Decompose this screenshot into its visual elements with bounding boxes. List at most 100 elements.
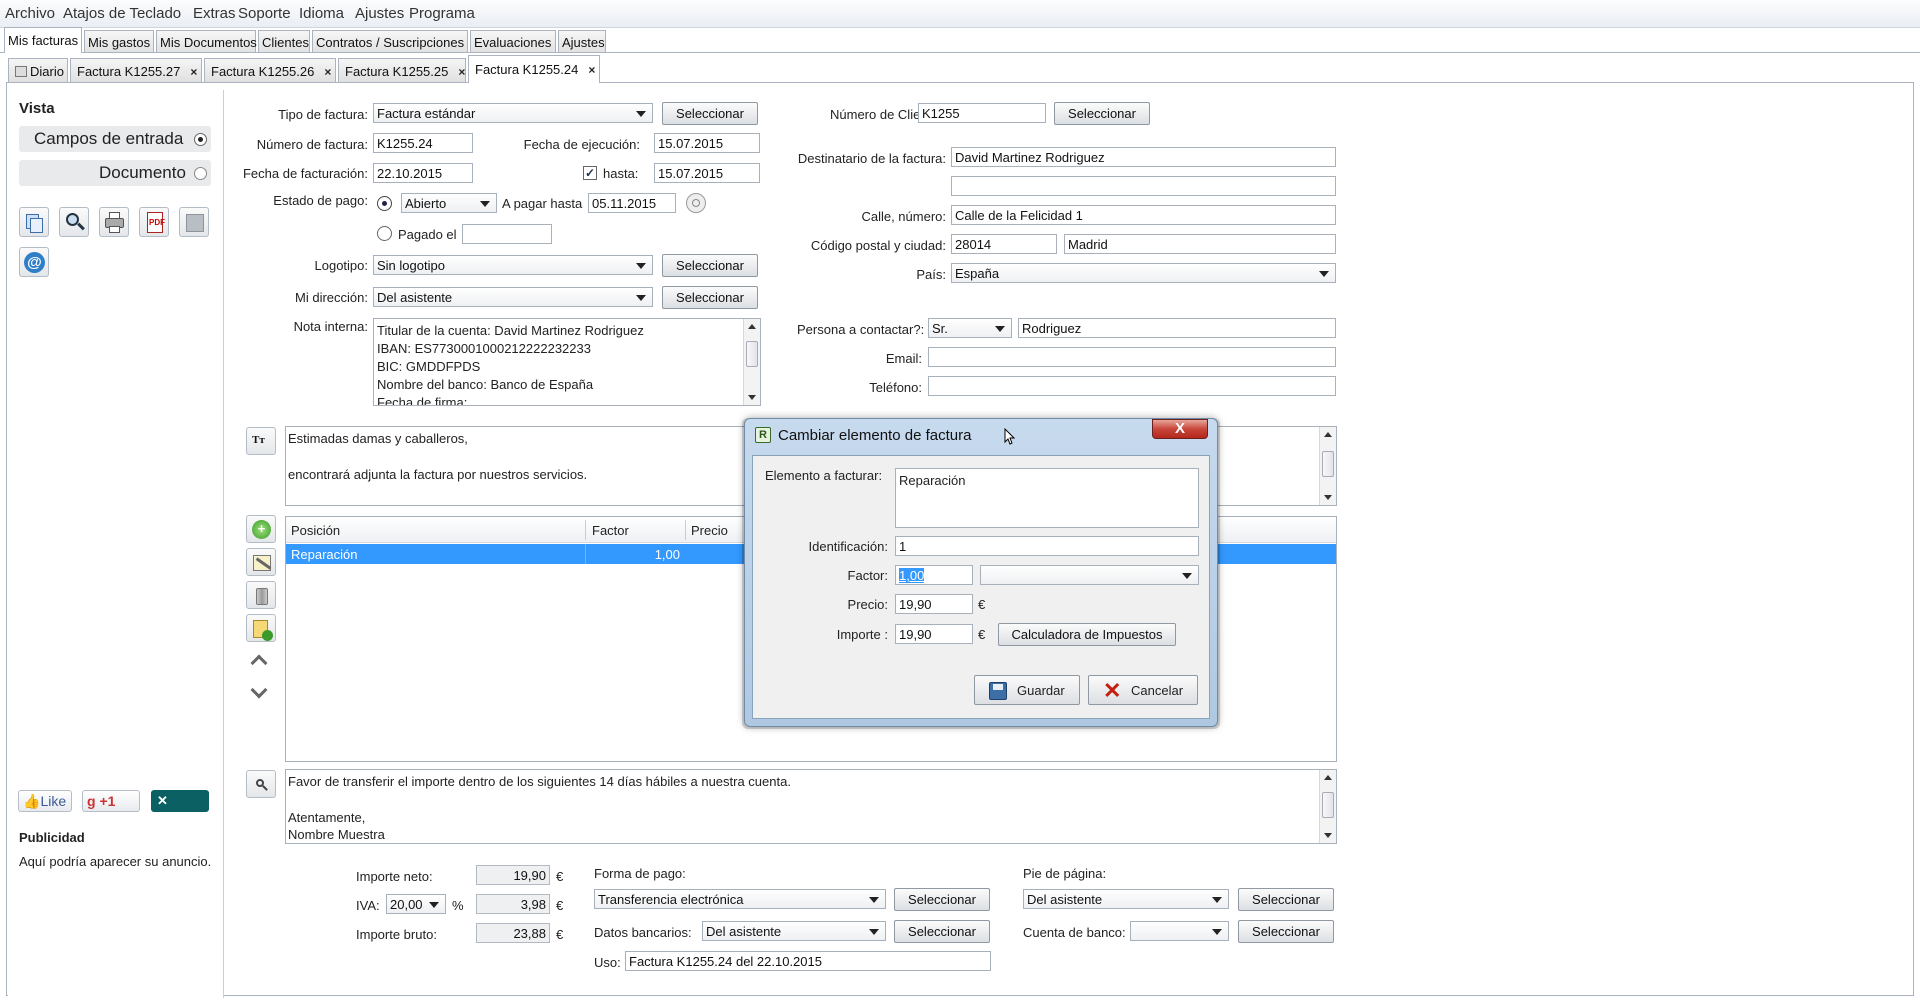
like-button[interactable]: 👍Like	[18, 790, 72, 812]
closing-scrollbar[interactable]	[1319, 770, 1336, 843]
menu-idioma[interactable]: Idioma	[299, 5, 344, 22]
importe-field[interactable]: 19,90	[895, 624, 973, 644]
pais-select[interactable]: España	[951, 263, 1336, 283]
guardar-button[interactable]: Guardar	[974, 675, 1080, 705]
factor-unit-select[interactable]	[980, 565, 1199, 585]
menu-atajos[interactable]: Atajos de Teclado	[63, 5, 181, 22]
cliente-numero-field[interactable]: K1255	[918, 103, 1046, 123]
close-icon[interactable]: ×	[324, 65, 331, 79]
estado-select[interactable]: Abierto	[401, 193, 497, 213]
move-down-icon[interactable]	[246, 680, 276, 708]
calculadora-button[interactable]: Calculadora de Impuestos	[998, 623, 1176, 646]
subtab-k1255-25[interactable]: Factura K1255.25 ×	[338, 58, 466, 82]
cuenta-select[interactable]	[1130, 921, 1229, 941]
forma-select[interactable]: Transferencia electrónica	[594, 889, 886, 909]
close-icon[interactable]: ×	[190, 65, 197, 79]
uso-field[interactable]: Factura K1255.24 del 22.10.2015	[625, 951, 991, 971]
copy-icon[interactable]	[19, 207, 49, 237]
subtab-diario[interactable]: Diario	[8, 58, 68, 82]
google-plus-button[interactable]: g +1	[82, 790, 140, 812]
tab-ajustes[interactable]: Ajustes	[558, 30, 606, 52]
text-format-icon[interactable]: Tт	[246, 427, 276, 455]
menu-extras[interactable]: Extras	[193, 5, 236, 22]
view-option-documento[interactable]: Documento	[19, 160, 211, 186]
facturacion-field[interactable]: 22.10.2015	[373, 163, 473, 183]
cuenta-seleccionar-button[interactable]: Seleccionar	[1238, 920, 1334, 943]
contacto-title-select[interactable]: Sr.	[928, 318, 1012, 338]
ident-field[interactable]: 1	[895, 536, 1199, 556]
apagar-field[interactable]: 05.11.2015	[588, 193, 676, 213]
pie-select[interactable]: Del asistente	[1023, 889, 1229, 909]
pdf-icon[interactable]: PDF	[139, 207, 169, 237]
search-icon[interactable]	[59, 207, 89, 237]
subtab-k1255-27[interactable]: Factura K1255.27 ×	[70, 58, 202, 82]
tab-clientes[interactable]: Clientes	[258, 30, 310, 52]
dialog-close-button[interactable]: X	[1152, 419, 1208, 439]
destinatario-field[interactable]: David Martinez Rodriguez	[951, 147, 1336, 167]
logotipo-seleccionar-button[interactable]: Seleccionar	[662, 254, 758, 277]
tab-mis-gastos[interactable]: Mis gastos	[84, 30, 154, 52]
ciudad-field[interactable]: Madrid	[1064, 234, 1336, 254]
view-option-campos[interactable]: Campos de entrada	[19, 126, 211, 152]
tipo-select[interactable]: Factura estándar	[373, 103, 653, 123]
close-icon[interactable]: ×	[588, 63, 595, 77]
bancarios-seleccionar-button[interactable]: Seleccionar	[894, 920, 990, 943]
factor-field[interactable]: 1,00	[895, 565, 973, 585]
print-icon[interactable]	[99, 207, 129, 237]
menu-soporte[interactable]: Soporte	[238, 5, 291, 22]
intro-scrollbar[interactable]	[1319, 427, 1336, 505]
elemento-textarea[interactable]: Reparación	[895, 468, 1199, 528]
header-posicion[interactable]: Posición	[291, 523, 340, 538]
telefono-field[interactable]	[928, 376, 1336, 396]
header-factor[interactable]: Factor	[592, 523, 629, 538]
hasta-field[interactable]: 15.07.2015	[654, 163, 760, 183]
forma-seleccionar-button[interactable]: Seleccionar	[894, 888, 990, 911]
email-icon[interactable]: @	[19, 247, 49, 277]
cliente-seleccionar-button[interactable]: Seleccionar	[1054, 102, 1150, 125]
save-icon[interactable]	[179, 207, 209, 237]
trash-icon[interactable]	[246, 581, 276, 609]
pagado-field[interactable]	[462, 224, 552, 244]
email-field[interactable]	[928, 347, 1336, 367]
tab-mis-facturas[interactable]: Mis facturas	[4, 27, 82, 53]
menu-archivo[interactable]: Archivo	[5, 5, 55, 22]
contacto-name-field[interactable]: Rodriguez	[1018, 318, 1336, 338]
move-up-icon[interactable]	[246, 647, 276, 675]
estado-abierto-radio[interactable]	[377, 196, 392, 211]
nota-scrollbar[interactable]	[743, 319, 760, 405]
pagado-radio[interactable]	[377, 226, 392, 241]
cancelar-button[interactable]: ✕ Cancelar	[1088, 675, 1198, 705]
tab-contratos[interactable]: Contratos / Suscripciones	[312, 30, 468, 52]
destinatario2-field[interactable]	[951, 176, 1336, 196]
subtab-k1255-24[interactable]: Factura K1255.24 ×	[468, 55, 600, 83]
subtab-k1255-26[interactable]: Factura K1255.26 ×	[204, 58, 336, 82]
cp-field[interactable]: 28014	[951, 234, 1057, 254]
iva-rate-select[interactable]: 20,00	[386, 894, 446, 914]
precio-field[interactable]: 19,90	[895, 594, 973, 614]
edit-position-icon[interactable]	[246, 548, 276, 576]
direccion-select[interactable]: Del asistente	[373, 287, 653, 307]
add-position-icon[interactable]: +	[246, 515, 276, 543]
menu-ajustes[interactable]: Ajustes	[355, 5, 404, 22]
pie-seleccionar-button[interactable]: Seleccionar	[1238, 888, 1334, 911]
xing-button[interactable]: ✕ XING	[151, 790, 209, 824]
menu-programa[interactable]: Programa	[409, 5, 475, 22]
direccion-seleccionar-button[interactable]: Seleccionar	[662, 286, 758, 309]
tab-evaluaciones[interactable]: Evaluaciones	[470, 30, 556, 52]
calle-field[interactable]: Calle de la Felicidad 1	[951, 205, 1336, 225]
add-note-icon[interactable]	[246, 614, 276, 642]
documento-radio[interactable]	[194, 167, 207, 180]
bancarios-select[interactable]: Del asistente	[702, 921, 886, 941]
logotipo-select[interactable]: Sin logotipo	[373, 255, 653, 275]
header-precio[interactable]: Precio	[691, 523, 728, 538]
numero-field[interactable]: K1255.24	[373, 133, 473, 153]
nota-textarea[interactable]: Titular de la cuenta: David Martinez Rod…	[373, 318, 761, 406]
tab-mis-documentos[interactable]: Mis Documentos	[156, 30, 257, 52]
closing-search-icon[interactable]	[246, 770, 276, 798]
campos-radio[interactable]	[194, 133, 207, 146]
tipo-seleccionar-button[interactable]: Seleccionar	[662, 102, 758, 125]
closing-textarea[interactable]: Favor de transferir el importe dentro de…	[285, 769, 1337, 844]
hasta-checkbox[interactable]: ✓	[583, 166, 597, 180]
calendar-icon[interactable]	[686, 193, 706, 213]
close-icon[interactable]: ×	[458, 65, 465, 79]
